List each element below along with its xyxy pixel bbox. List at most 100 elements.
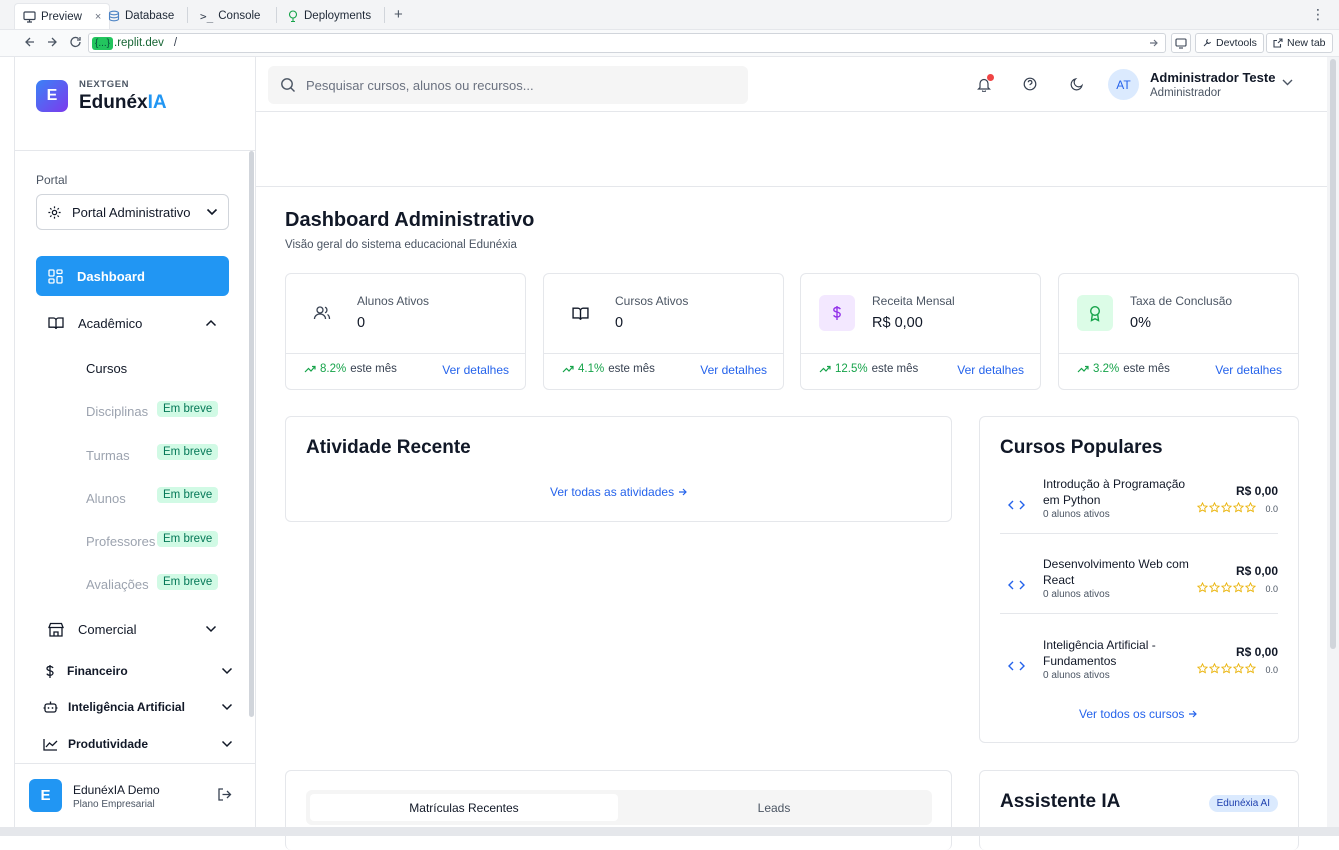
gear-icon xyxy=(47,205,62,220)
star-icon xyxy=(1233,582,1244,593)
tab-deployments[interactable]: Deployments xyxy=(279,3,379,29)
book-icon xyxy=(562,295,598,331)
course-students: 0 alunos ativos xyxy=(1043,509,1110,520)
trending-up-icon xyxy=(819,365,831,373)
ai-assistant-card: Assistente IA Edunéxia AI xyxy=(979,770,1299,850)
sidebar-subitem-avaliacoes[interactable]: Avaliações xyxy=(86,577,149,592)
soon-badge: Em breve xyxy=(157,487,219,503)
sidebar-subitem-cursos[interactable]: Cursos xyxy=(86,361,127,376)
users-icon xyxy=(304,295,340,331)
chevron-down-icon[interactable] xyxy=(1282,79,1293,86)
logout-icon[interactable] xyxy=(217,787,232,802)
line-chart-icon xyxy=(43,738,58,751)
chevron-down-icon xyxy=(221,667,233,675)
sidebar-subitem-label: Turmas xyxy=(86,448,130,463)
portal-select[interactable]: Portal Administrativo xyxy=(36,194,229,230)
tab-database[interactable]: Database xyxy=(100,3,182,29)
tab-preview[interactable]: Preview × xyxy=(14,3,111,29)
list-item[interactable]: Desenvolvimento Web com React 0 alunos a… xyxy=(1000,556,1278,636)
tab-divider xyxy=(384,7,385,23)
code-icon xyxy=(1008,500,1025,510)
back-arrow-icon[interactable] xyxy=(24,35,36,49)
sidebar-subitem-disciplinas[interactable]: Disciplinas xyxy=(86,404,148,419)
robot-icon xyxy=(43,700,58,714)
devtools-button[interactable]: Devtools xyxy=(1195,33,1264,53)
trend-suffix: este mês xyxy=(871,363,919,375)
sidebar-subitem-alunos[interactable]: Alunos xyxy=(86,491,126,506)
account-plan: Plano Empresarial xyxy=(73,799,155,810)
card-title: Cursos Populares xyxy=(1000,437,1163,458)
brand: E NEXTGEN EdunéxIA xyxy=(15,57,255,113)
screen-icon xyxy=(1175,37,1187,49)
tab-divider xyxy=(187,7,188,23)
forward-arrow-icon[interactable] xyxy=(46,35,58,49)
stat-label: Receita Mensal xyxy=(872,294,955,308)
more-menu-icon[interactable]: ⋮ xyxy=(1311,6,1325,23)
help-circle-icon[interactable] xyxy=(1023,77,1037,91)
star-icon xyxy=(1233,502,1244,513)
trending-up-icon xyxy=(562,365,574,373)
soon-badge: Em breve xyxy=(157,444,219,460)
url-field[interactable]: {...} .replit.dev / xyxy=(88,33,1166,53)
star-icon xyxy=(1197,663,1208,674)
sidebar-subitem-label: Professores xyxy=(86,534,156,549)
tab-matriculas[interactable]: Matrículas Recentes xyxy=(310,794,618,821)
book-icon xyxy=(48,316,64,330)
sidebar-item-produtividade[interactable]: Produtividade xyxy=(43,729,233,759)
scrollbar-thumb[interactable] xyxy=(1330,59,1336,649)
devtools-label: Devtools xyxy=(1216,37,1257,49)
moon-icon[interactable] xyxy=(1070,77,1084,91)
details-link[interactable]: Ver detalhes xyxy=(442,363,509,377)
sidebar-scrollbar[interactable] xyxy=(249,151,254,717)
avatar[interactable]: AT xyxy=(1108,69,1139,100)
new-tab-button[interactable]: New tab xyxy=(1266,33,1333,53)
sidebar-item-comercial[interactable]: Comercial xyxy=(36,609,229,649)
chevron-down-icon xyxy=(206,208,218,216)
new-tab-plus-icon[interactable]: + xyxy=(394,6,403,23)
all-activities-link[interactable]: Ver todas as atividades xyxy=(550,485,688,499)
trend-percent: 4.1% xyxy=(578,363,605,375)
trending-up-icon xyxy=(304,365,316,373)
sidebar-subitem-professores[interactable]: Professores xyxy=(86,534,155,549)
star-icon xyxy=(1221,502,1232,513)
brand-name-main: Edunéx xyxy=(79,92,148,113)
details-link[interactable]: Ver detalhes xyxy=(700,363,767,377)
go-arrow-icon[interactable] xyxy=(1149,37,1159,49)
details-link[interactable]: Ver detalhes xyxy=(957,363,1024,377)
screen-toggle-button[interactable] xyxy=(1171,33,1191,53)
stat-label: Alunos Ativos xyxy=(357,294,430,308)
top-header: AT Administrador Teste Administrador xyxy=(256,57,1327,112)
all-courses-link[interactable]: Ver todos os cursos xyxy=(1079,707,1198,721)
stat-value: 0 xyxy=(615,315,624,331)
new-tab-label: New tab xyxy=(1287,37,1326,49)
stat-card-alunos: Alunos Ativos 0 8.2% este mês Ver detalh… xyxy=(285,273,526,390)
row-divider xyxy=(1000,533,1278,534)
list-item[interactable]: Introdução à Programação em Python 0 alu… xyxy=(1000,476,1278,556)
chevron-down-icon xyxy=(221,740,233,748)
search-input[interactable] xyxy=(306,77,726,93)
tab-console[interactable]: >_ Console xyxy=(192,3,268,29)
window-bottom-edge xyxy=(0,827,1339,836)
search-box[interactable] xyxy=(268,66,748,104)
chevron-down-icon xyxy=(205,625,217,633)
reload-icon[interactable] xyxy=(69,35,82,49)
page-scrollbar[interactable] xyxy=(1327,57,1339,827)
sidebar-item-dashboard[interactable]: Dashboard xyxy=(36,256,229,296)
tab-leads[interactable]: Leads xyxy=(620,794,928,821)
stat-trend: 3.2% este mês xyxy=(1077,363,1170,375)
popular-courses-card: Cursos Populares Introdução à Programaçã… xyxy=(979,416,1299,743)
sidebar-subitem-turmas[interactable]: Turmas xyxy=(86,448,130,463)
grid-icon xyxy=(48,268,63,284)
trend-percent: 8.2% xyxy=(320,363,347,375)
details-link[interactable]: Ver detalhes xyxy=(1215,363,1282,377)
sidebar-item-financeiro[interactable]: Financeiro xyxy=(43,656,233,686)
star-icon xyxy=(1245,663,1256,674)
sidebar-divider xyxy=(15,150,255,151)
stat-card-receita: Receita Mensal R$ 0,00 12.5% este mês Ve… xyxy=(800,273,1041,390)
soon-badge: Em breve xyxy=(157,574,219,590)
list-item[interactable]: Inteligência Artificial - Fundamentos 0 … xyxy=(1000,637,1278,717)
star-icon xyxy=(1197,502,1208,513)
soon-badge: Em breve xyxy=(157,401,219,417)
sidebar-item-ia[interactable]: Inteligência Artificial xyxy=(43,692,233,722)
sidebar-item-academico[interactable]: Acadêmico xyxy=(36,303,229,343)
